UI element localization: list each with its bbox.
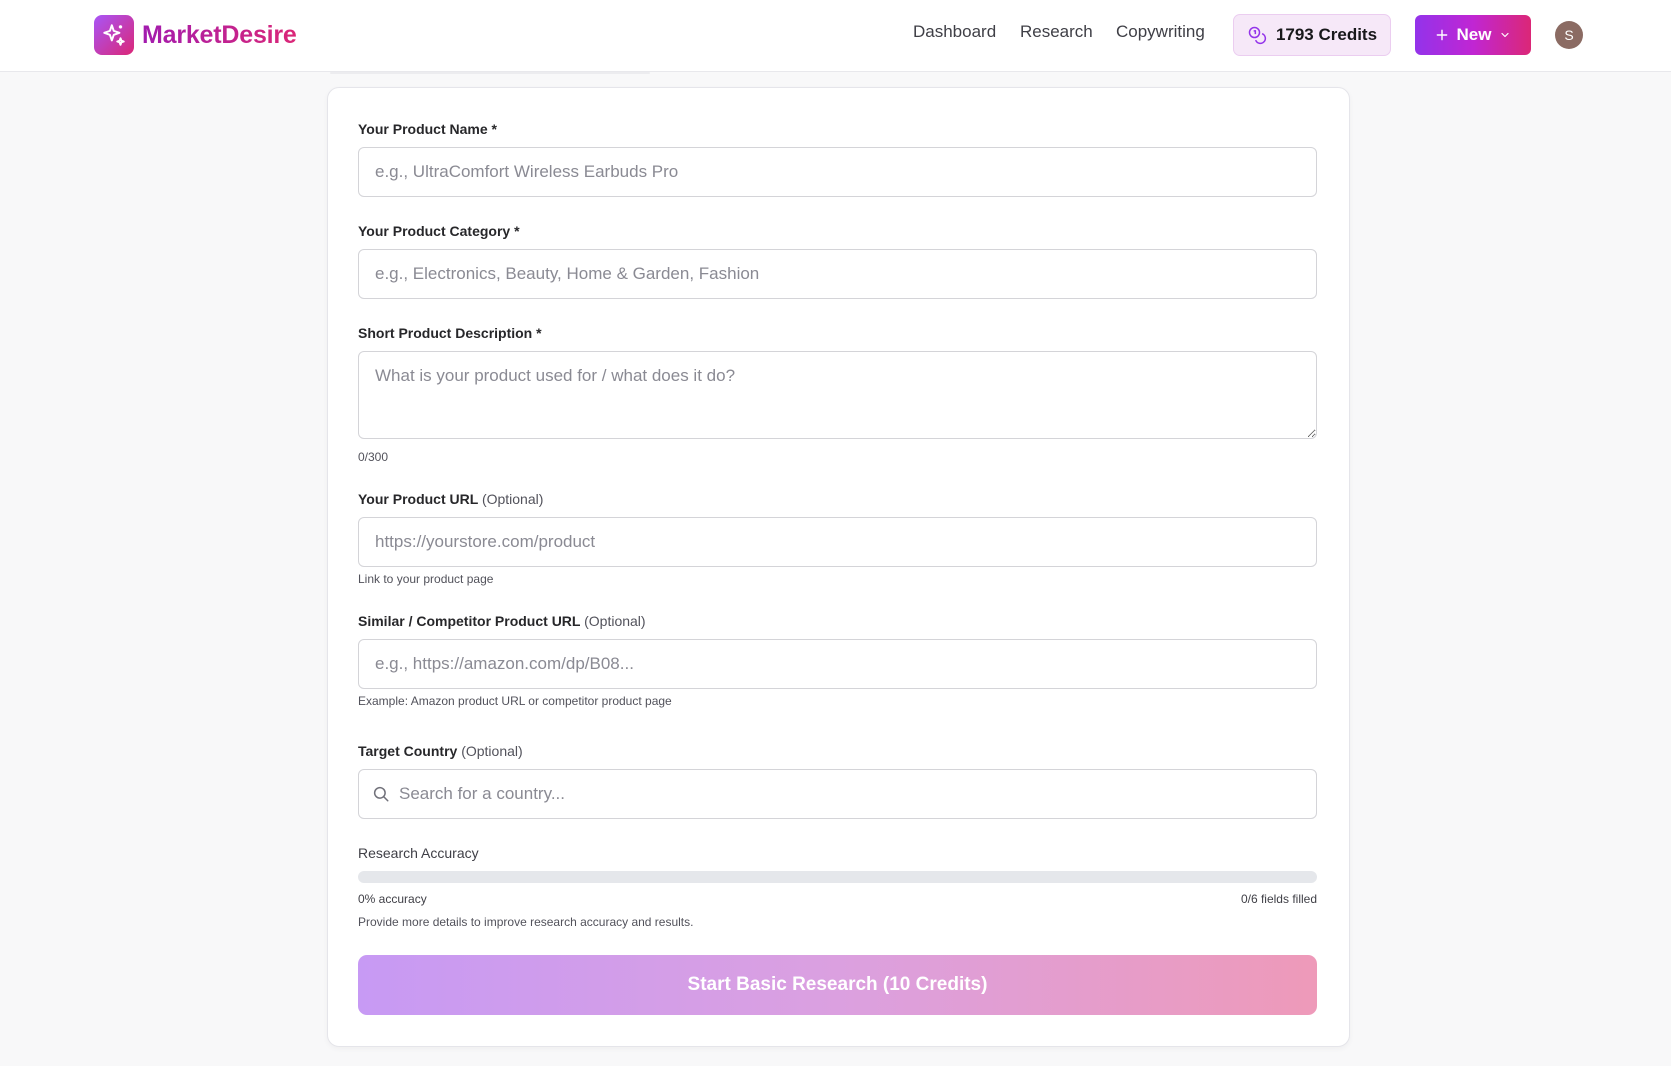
product-url-label: Your Product URL (Optional): [358, 491, 543, 507]
competitor-url-hint: Example: Amazon product URL or competito…: [358, 694, 672, 708]
research-accuracy-label: Research Accuracy: [358, 845, 479, 861]
product-url-hint: Link to your product page: [358, 572, 494, 586]
search-icon: [373, 786, 389, 802]
chevron-down-icon: [1501, 32, 1510, 38]
sparkles-logo-icon: [94, 15, 134, 55]
competitor-url-label: Similar / Competitor Product URL (Option…: [358, 613, 646, 629]
new-button-label: New: [1456, 25, 1492, 44]
nav-dashboard[interactable]: Dashboard: [913, 22, 996, 42]
coins-icon: [1248, 26, 1267, 45]
product-name-label: Your Product Name *: [358, 121, 497, 137]
accuracy-progress-bar: [358, 871, 1317, 883]
accuracy-note: Provide more details to improve research…: [358, 915, 694, 929]
nav-research[interactable]: Research: [1020, 22, 1093, 42]
credits-label: 1793 Credits: [1275, 25, 1378, 44]
optional-tag: (Optional): [584, 613, 646, 629]
description-char-counter: 0/300: [358, 450, 389, 464]
top-navigation-bar: MarketDesire Dashboard Research Copywrit…: [0, 0, 1671, 72]
brand-name: MarketDesire: [142, 20, 297, 49]
country-search-input[interactable]: [358, 769, 1317, 819]
target-country-label-text: Target Country: [358, 743, 458, 759]
competitor-url-label-text: Similar / Competitor Product URL: [358, 613, 581, 629]
credits-badge[interactable]: 1793 Credits: [1233, 14, 1391, 56]
optional-tag: (Optional): [461, 743, 523, 759]
avatar[interactable]: S: [1555, 21, 1583, 49]
product-name-input[interactable]: [358, 147, 1317, 197]
target-country-label: Target Country (Optional): [358, 743, 523, 759]
product-category-label: Your Product Category *: [358, 223, 520, 239]
description-label: Short Product Description *: [358, 325, 542, 341]
competitor-url-input[interactable]: [358, 639, 1317, 689]
optional-tag: (Optional): [481, 491, 544, 507]
start-research-button[interactable]: Start Basic Research (10 Credits): [358, 955, 1317, 1015]
fields-filled-text: 0/6 fields filled: [1240, 892, 1317, 906]
product-category-input[interactable]: [358, 249, 1317, 299]
divider: [330, 72, 650, 74]
product-url-input[interactable]: [358, 517, 1317, 567]
new-button[interactable]: New: [1415, 15, 1531, 55]
plus-icon: [1436, 29, 1447, 41]
product-url-label-text: Your Product URL: [358, 491, 479, 507]
description-textarea[interactable]: [358, 351, 1317, 439]
brand[interactable]: MarketDesire: [94, 15, 297, 55]
nav-copywriting[interactable]: Copywriting: [1116, 22, 1205, 42]
accuracy-percent-text: 0% accuracy: [358, 892, 427, 906]
